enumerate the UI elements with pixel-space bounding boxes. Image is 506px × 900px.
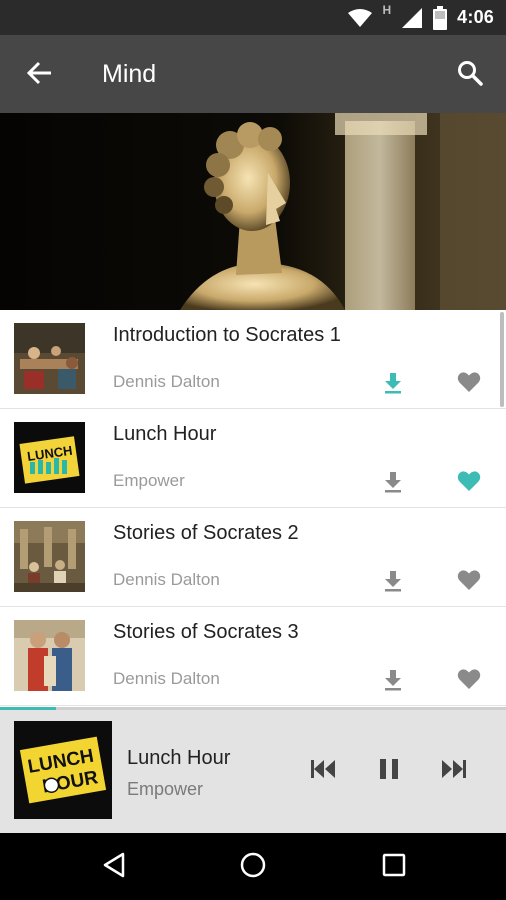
wifi-icon — [347, 8, 373, 28]
track-author: Empower — [113, 471, 185, 490]
track-title: Stories of Socrates 3 — [113, 621, 299, 643]
network-type-label: H — [382, 2, 392, 17]
heart-icon — [457, 668, 481, 695]
track-title: Lunch Hour — [113, 423, 217, 445]
hero-image — [0, 113, 506, 310]
download-button[interactable] — [378, 667, 408, 697]
search-button[interactable] — [452, 57, 488, 93]
track-thumbnail — [14, 521, 85, 592]
heart-icon — [457, 569, 481, 596]
signal-icon — [401, 7, 423, 29]
search-icon — [457, 60, 483, 91]
list-scrollbar[interactable] — [500, 312, 504, 407]
favorite-button[interactable] — [454, 369, 484, 399]
download-icon — [382, 668, 404, 697]
app-bar: Mind — [0, 35, 506, 113]
network-type-icon: H — [383, 3, 392, 25]
heart-icon — [457, 470, 481, 497]
arrow-back-icon — [26, 61, 53, 90]
list-item[interactable]: Introduction to Socrates 1 Dennis Dalton — [0, 310, 506, 409]
favorite-button[interactable] — [454, 567, 484, 597]
download-icon — [382, 569, 404, 598]
progress-bar[interactable] — [0, 707, 506, 710]
list-item[interactable]: Stories of Socrates 2 Dennis Dalton — [0, 508, 506, 607]
pause-icon — [378, 758, 400, 785]
favorite-button[interactable] — [454, 666, 484, 696]
track-list: Introduction to Socrates 1 Dennis Dalton… — [0, 310, 506, 707]
system-nav-bar — [0, 833, 506, 900]
list-item[interactable]: Stories of Socrates 3 Dennis Dalton — [0, 607, 506, 706]
heart-icon — [457, 371, 481, 398]
battery-icon — [433, 5, 448, 30]
skip-next-icon — [441, 758, 467, 785]
page-title: Mind — [102, 60, 157, 88]
nav-recents-button[interactable] — [374, 847, 414, 887]
nav-recents-icon — [382, 853, 406, 882]
previous-button[interactable] — [306, 754, 340, 788]
track-author: Dennis Dalton — [113, 669, 220, 688]
download-icon — [382, 470, 404, 499]
status-bar: H 4:06 — [0, 0, 506, 35]
track-title: Stories of Socrates 2 — [113, 522, 299, 544]
track-title: Introduction to Socrates 1 — [113, 324, 341, 346]
back-button[interactable] — [22, 57, 58, 93]
next-button[interactable] — [437, 754, 471, 788]
now-playing-artist: Empower — [127, 779, 204, 799]
download-button[interactable] — [378, 469, 408, 499]
track-thumbnail — [14, 323, 85, 394]
download-button[interactable] — [378, 568, 408, 598]
nav-back-button[interactable] — [94, 847, 134, 887]
favorite-button[interactable] — [454, 468, 484, 498]
now-playing-cover: LUNCH HOUR — [14, 721, 112, 819]
status-time: 4:06 — [457, 7, 494, 27]
now-playing-title: Lunch Hour — [127, 747, 231, 769]
track-author: Dennis Dalton — [113, 570, 220, 589]
download-button[interactable] — [378, 370, 408, 400]
pause-button[interactable] — [372, 754, 406, 788]
progress-fill — [0, 707, 56, 710]
download-icon — [382, 371, 404, 400]
nav-home-button[interactable] — [233, 847, 273, 887]
mini-player[interactable]: LUNCH HOUR Lunch Hour Empower — [0, 707, 506, 833]
nav-back-icon — [101, 851, 127, 884]
track-thumbnail — [14, 620, 85, 691]
list-item[interactable]: LUNCH Lunch Hour Empower — [0, 409, 506, 508]
statue-bust-illustration — [0, 113, 506, 310]
skip-previous-icon — [310, 758, 336, 785]
nav-home-icon — [239, 851, 267, 884]
track-thumbnail: LUNCH — [14, 422, 85, 493]
track-author: Dennis Dalton — [113, 372, 220, 391]
